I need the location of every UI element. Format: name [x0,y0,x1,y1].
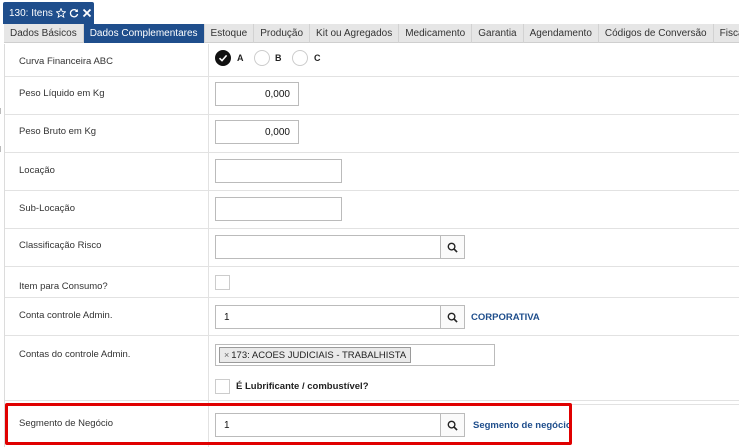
field-label: Classificação Risco [19,240,102,251]
tab-fiscal[interactable]: Fiscal [714,24,739,43]
left-edge-mark [0,146,3,152]
tab-bar: Dados Básicos Dados Complementares Estoq… [4,24,739,43]
tab-estoque[interactable]: Estoque [205,24,255,43]
radio-label-a: A [237,53,244,63]
tab-dados-complementares[interactable]: Dados Complementares [83,24,205,43]
refresh-icon[interactable] [68,8,79,19]
row-peso-bruto: Peso Bruto em Kg 0,000 [5,115,739,153]
field-label: Peso Bruto em Kg [19,126,97,137]
classificacao-risco-input[interactable] [215,235,441,259]
radio-curva-b[interactable] [254,50,270,66]
conta-controle-input[interactable]: 1 [215,305,441,329]
row-conta-controle: Conta controle Admin. 1 CORPORATIVA [5,298,739,336]
segmento-description-link[interactable]: Segmento de negócio [473,420,572,431]
row-locacao: Locação [5,153,739,191]
field-label: Item para Consumo? [19,281,108,292]
left-edge-mark [0,108,3,114]
search-icon [447,242,458,253]
row-sub-locacao: Sub-Locação [5,191,739,229]
radio-curva-c[interactable] [292,50,308,66]
window-tab[interactable]: 130: Itens [3,2,94,24]
search-icon [447,312,458,323]
contas-controle-multiselect[interactable]: × 173: ACOES JUDICIAIS - TRABALHISTA [215,344,495,366]
close-icon[interactable] [81,8,92,19]
row-contas-controle: Contas do controle Admin. × 173: ACOES J… [5,336,739,401]
sub-locacao-input[interactable] [215,197,342,221]
row-segmento-negocio: Segmento de Negócio 1 Segmento de negóci… [5,404,739,447]
field-label: Peso Líquido em Kg [19,88,105,99]
form-panel: Curva Financeira ABC A B C Peso Líquido … [4,44,739,447]
row-item-consumo: Item para Consumo? [5,267,739,298]
check-icon [218,54,228,62]
radio-curva-a[interactable] [215,50,231,66]
radio-label-c: C [314,53,321,63]
field-label: Segmento de Negócio [19,418,114,429]
conta-controle-description-link[interactable]: CORPORATIVA [471,312,540,323]
window-title: 130: Itens [9,7,53,19]
lubrificante-label: É Lubrificante / combustível? [236,381,369,392]
classificacao-risco-search-button[interactable] [441,235,465,259]
peso-liquido-input[interactable]: 0,000 [215,82,299,106]
row-peso-liquido: Peso Líquido em Kg 0,000 [5,77,739,115]
segmento-search-button[interactable] [441,413,465,437]
segmento-input[interactable]: 1 [215,413,441,437]
field-label: Locação [19,165,55,176]
tab-medicamento[interactable]: Medicamento [399,24,473,43]
chip-remove-icon[interactable]: × [224,350,229,360]
tab-kit-agregados[interactable]: Kit ou Agregados [310,24,400,43]
field-label: Curva Financeira ABC [19,56,113,67]
peso-bruto-input[interactable]: 0,000 [215,120,299,144]
field-label: Contas do controle Admin. [19,349,131,360]
tab-codigos-conversao[interactable]: Códigos de Conversão [599,24,714,43]
tab-producao[interactable]: Produção [254,24,311,43]
tab-dados-basicos[interactable]: Dados Básicos [4,24,84,43]
search-icon [447,420,458,431]
radio-label-b: B [275,53,282,63]
tab-garantia[interactable]: Garantia [472,24,524,43]
selected-chip[interactable]: × 173: ACOES JUDICIAIS - TRABALHISTA [219,347,412,363]
chip-label: 173: ACOES JUDICIAIS - TRABALHISTA [231,349,407,361]
star-icon[interactable] [55,8,66,19]
row-curva-financeira: Curva Financeira ABC A B C [5,44,739,77]
field-label: Sub-Locação [19,203,75,214]
lubrificante-checkbox[interactable] [215,379,230,394]
field-label: Conta controle Admin. [19,310,113,321]
conta-controle-search-button[interactable] [441,305,465,329]
item-consumo-checkbox[interactable] [215,275,230,290]
row-classificacao-risco: Classificação Risco [5,229,739,267]
locacao-input[interactable] [215,159,342,183]
tab-agendamento[interactable]: Agendamento [524,24,599,43]
